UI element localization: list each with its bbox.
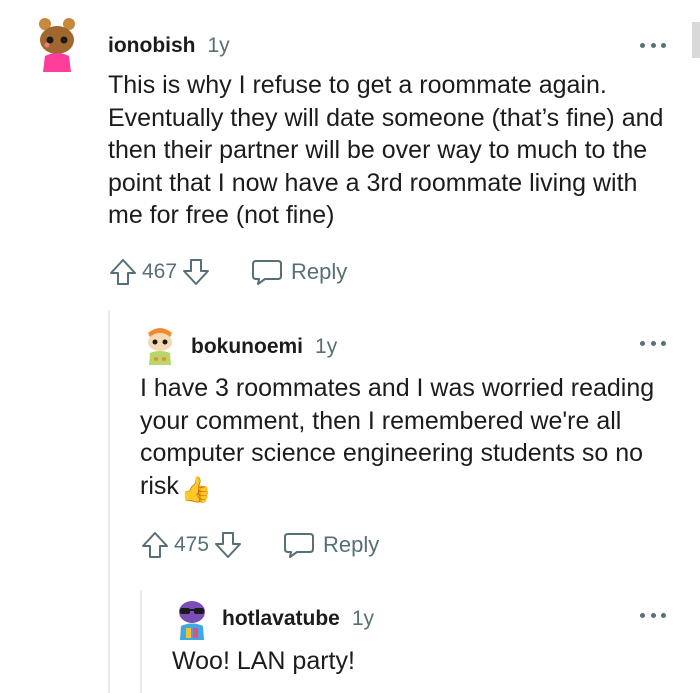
- vote-score: 467: [142, 260, 178, 283]
- more-options-icon[interactable]: [640, 338, 666, 348]
- more-options-icon[interactable]: [640, 610, 666, 620]
- comment-age: 1y: [207, 34, 230, 57]
- thread-line[interactable]: [108, 310, 110, 693]
- comment-body: Woo! LAN party!: [172, 647, 355, 675]
- scrollbar-thumb[interactable]: [692, 22, 700, 58]
- vote-score: 475: [174, 533, 210, 556]
- reply-bubble-icon: [284, 533, 315, 558]
- snoo-avatar-purple-sunglasses-icon[interactable]: [174, 598, 222, 646]
- downvote-icon[interactable]: [213, 530, 243, 560]
- reply-bubble-icon: [252, 260, 283, 285]
- comment-username[interactable]: ionobish: [108, 34, 196, 58]
- upvote-icon[interactable]: [140, 530, 170, 560]
- snoo-avatar-orange-hair-icon[interactable]: [142, 325, 190, 373]
- reply-button[interactable]: Reply: [283, 531, 379, 559]
- comment-username[interactable]: hotlavatube: [222, 607, 340, 631]
- comment-age: 1y: [315, 335, 338, 358]
- thumbs-up-emoji: 👍: [180, 475, 213, 504]
- comment-body-text: I have 3 roommates and I was worried rea…: [140, 374, 655, 500]
- reply-label: Reply: [291, 259, 348, 284]
- comment-body: This is why I refuse to get a roommate a…: [108, 71, 664, 229]
- more-options-icon[interactable]: [640, 40, 666, 50]
- comment-username[interactable]: bokunoemi: [191, 335, 303, 359]
- downvote-icon[interactable]: [181, 257, 211, 287]
- comment-age: 1y: [351, 607, 375, 630]
- reply-label: Reply: [323, 532, 380, 557]
- reply-button[interactable]: Reply: [251, 258, 347, 286]
- snoo-avatar-buns-pink-icon[interactable]: [33, 16, 81, 72]
- comment-body: I have 3 roommates and I was worried rea…: [140, 372, 670, 506]
- upvote-icon[interactable]: [108, 257, 138, 287]
- thread-line[interactable]: [140, 590, 142, 693]
